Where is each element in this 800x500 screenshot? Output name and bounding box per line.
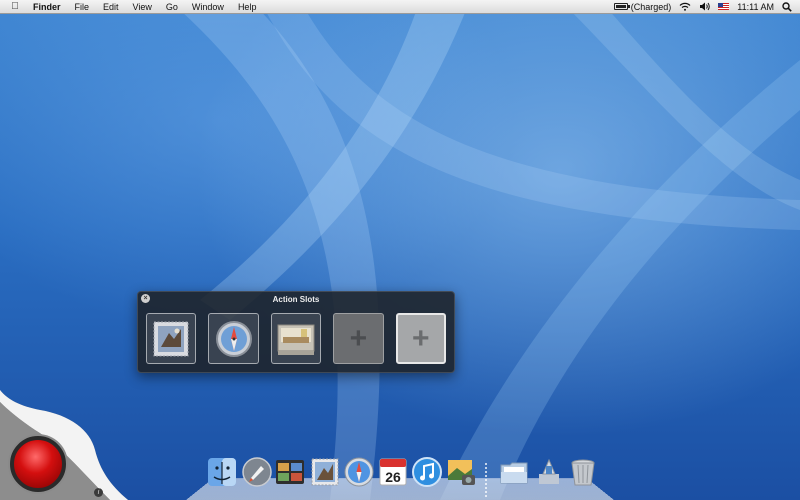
plus-icon: + [412, 321, 430, 355]
volume-icon[interactable] [699, 2, 711, 11]
wifi-icon[interactable] [679, 2, 691, 11]
folder-desk-icon [277, 324, 315, 355]
menu-clock[interactable]: 11:11 AM [737, 2, 774, 12]
menu-bar:  Finder File Edit View Go Window Help (… [0, 0, 800, 14]
plus-icon: + [349, 321, 368, 355]
iphoto-icon[interactable] [445, 456, 477, 488]
rocket-icon[interactable] [241, 456, 273, 488]
menu-edit[interactable]: Edit [96, 0, 126, 13]
safari-icon[interactable] [343, 456, 375, 488]
menu-window[interactable]: Window [185, 0, 231, 13]
spotlight-search-icon[interactable] [782, 1, 792, 12]
documents-folder-icon[interactable] [498, 456, 530, 488]
info-icon[interactable]: i [94, 488, 103, 497]
menu-help[interactable]: Help [231, 0, 264, 13]
calendar-day: 26 [385, 469, 401, 485]
menu-view[interactable]: View [126, 0, 159, 13]
battery-status[interactable]: (Charged) [613, 1, 672, 12]
apple-menu-icon[interactable]:  [4, 1, 26, 12]
menu-file[interactable]: File [68, 0, 97, 13]
action-slot-5[interactable]: + [395, 313, 446, 364]
dock-separator [485, 463, 487, 497]
action-slot-4[interactable]: + [333, 313, 384, 364]
mail-stamp-icon [153, 321, 189, 356]
trash-icon[interactable] [567, 456, 599, 488]
applications-stack-icon[interactable] [533, 456, 565, 488]
photo-browser-icon[interactable] [274, 456, 306, 488]
panel-close-button[interactable]: × [141, 294, 150, 303]
calendar-icon[interactable]: 26 [377, 456, 409, 488]
safari-compass-icon [215, 320, 252, 357]
battery-label: (Charged) [630, 1, 672, 12]
action-slot-2[interactable] [208, 313, 259, 364]
record-button[interactable] [10, 436, 66, 492]
action-slot-1[interactable] [146, 313, 197, 364]
input-source-flag-icon[interactable] [718, 3, 730, 10]
finder-icon[interactable] [206, 456, 238, 488]
action-slot-3[interactable] [270, 313, 322, 364]
panel-titlebar: × Action Slots [138, 292, 454, 306]
menu-app-finder[interactable]: Finder [26, 0, 68, 13]
panel-title: Action Slots [272, 294, 320, 304]
mail-icon[interactable] [309, 456, 341, 488]
itunes-icon[interactable] [411, 456, 443, 488]
battery-icon [613, 3, 630, 10]
menu-go[interactable]: Go [159, 0, 185, 13]
action-slots-panel: × Action Slots + + [137, 291, 455, 373]
